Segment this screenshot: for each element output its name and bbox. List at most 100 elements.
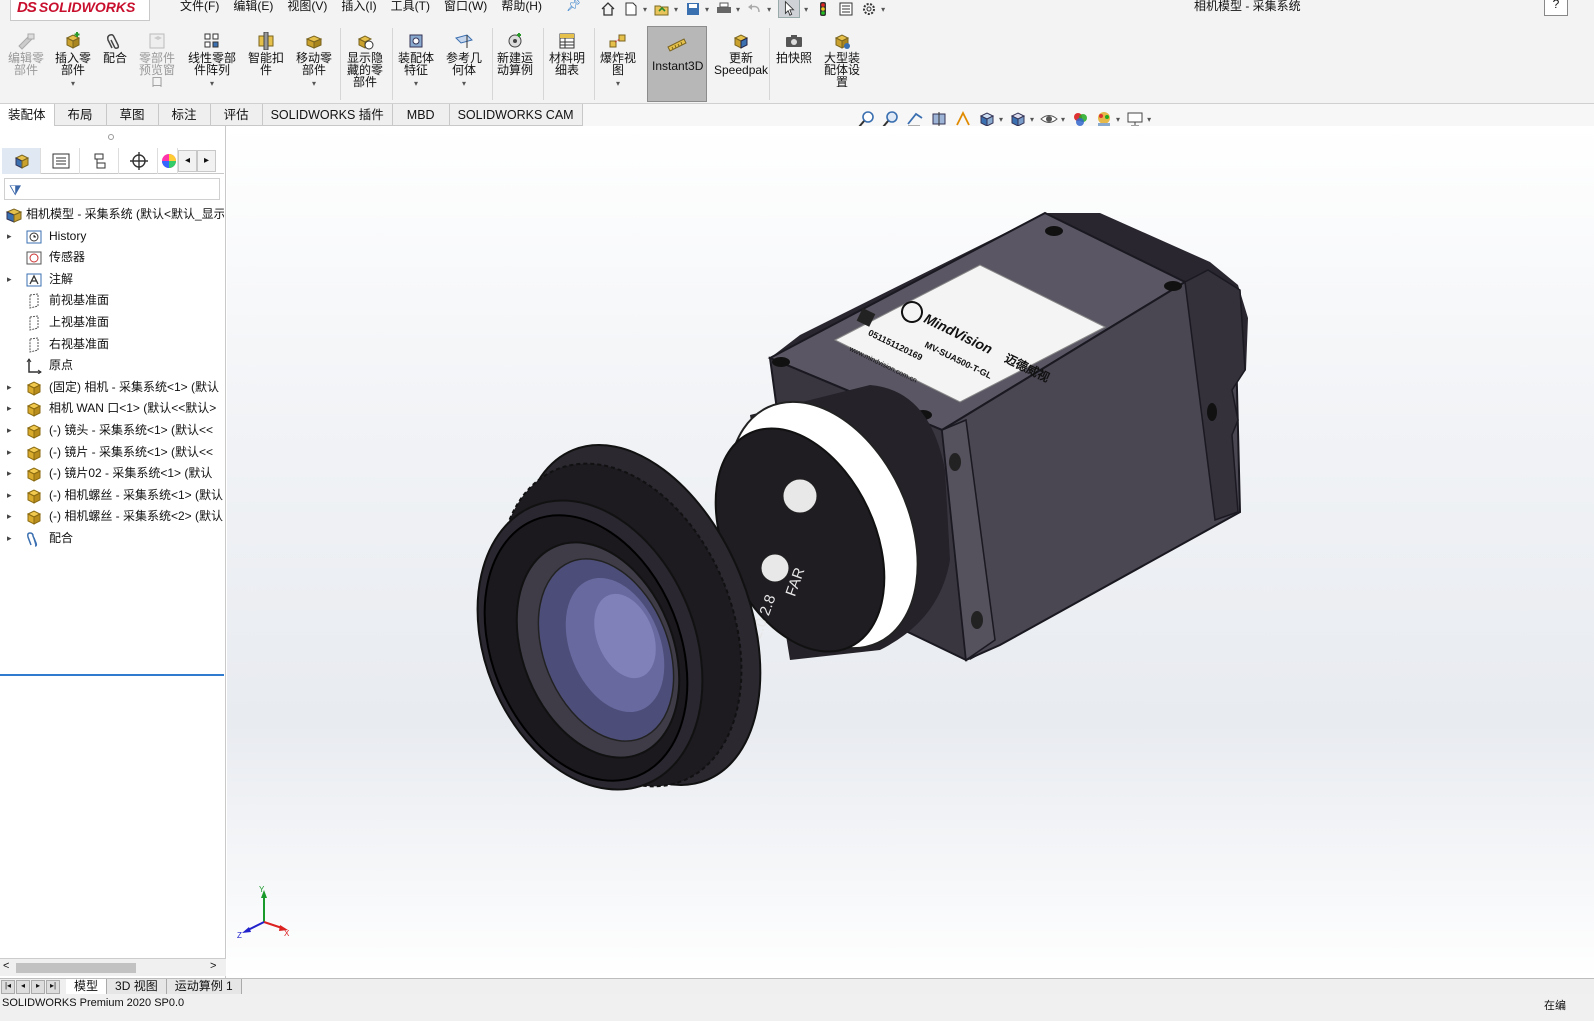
tabs-scroll-right-icon[interactable]: ▸ [197,150,216,172]
print-icon[interactable] [716,2,732,16]
dimxpert-manager-tab[interactable] [119,148,158,174]
edit-component-button[interactable]: 编辑零 部件 [8,32,44,76]
chevron-down-icon[interactable]: ▾ [1116,115,1120,124]
mate-button[interactable]: 配合 [103,32,127,64]
filter-funnel-icon[interactable]: ⧩︎ [9,182,22,199]
chevron-down-icon[interactable]: ▾ [1061,115,1065,124]
expand-arrow-icon[interactable]: ▸ [7,377,12,399]
new-document-icon[interactable] [623,2,639,16]
expand-arrow-icon[interactable]: ▸ [7,485,12,507]
undo-icon[interactable] [747,2,763,16]
smart-fasteners-button[interactable]: 智能扣 件 [248,32,284,76]
chevron-down-icon[interactable]: ▾ [210,78,214,90]
menu-insert[interactable]: 插入(I) [341,0,376,14]
chevron-down-icon[interactable]: ▾ [767,5,771,14]
bill-of-materials-button[interactable]: 材料明 细表 [549,32,585,76]
panel-splitter-handle[interactable] [108,134,114,140]
tree-item[interactable]: ▸ (固定) 相机 - 采集系统<1> (默认 [0,377,224,399]
next-tab-icon[interactable]: ▸ [31,979,45,994]
tabs-scroll-left-icon[interactable]: ◂ [178,150,197,172]
tree-item[interactable]: ▸ (-) 镜片02 - 采集系统<1> (默认 [0,463,224,485]
component-preview-button[interactable]: 零部件 预览窗 口 [139,32,175,88]
chevron-down-icon[interactable]: ▾ [881,5,885,14]
chevron-down-icon[interactable]: ▾ [643,5,647,14]
show-hidden-components-button[interactable]: 显示隐 藏的零 部件 [347,32,383,88]
tab-solidworks-addins[interactable]: SOLIDWORKS 插件 [262,104,393,126]
menu-help[interactable]: 帮助(H) [501,0,542,14]
tree-item[interactable]: ▸ 注解 [0,269,224,291]
tree-item[interactable]: 右视基准面 [0,334,224,356]
pin-icon[interactable]: 📌︎ [566,0,581,12]
property-manager-tab[interactable] [41,148,80,174]
last-tab-icon[interactable]: ▸| [46,979,60,994]
camera-assembly-model[interactable]: MindVision 迈德威视 MV-SUA500-T-GL 051151120… [227,126,1594,978]
tree-item[interactable]: ▸ 配合 [0,528,224,550]
assembly-features-button[interactable]: 装配体 特征 ▾ [398,32,434,90]
menu-tools[interactable]: 工具(T) [391,0,430,14]
move-component-button[interactable]: 移动零 部件 ▾ [296,32,332,90]
linear-pattern-button[interactable]: 线性零部 件阵列 ▾ [188,32,236,90]
tree-item[interactable]: 传感器 [0,247,224,269]
tree-horizontal-scrollbar[interactable]: < > [0,958,226,976]
chevron-down-icon[interactable]: ▾ [1147,115,1151,124]
save-icon[interactable] [685,2,701,16]
feature-manager-tab[interactable] [2,148,41,174]
chevron-down-icon[interactable]: ▾ [804,5,808,14]
chevron-down-icon[interactable]: ▾ [616,78,620,90]
tree-item[interactable]: ▸ (-) 镜片 - 采集系统<1> (默认<< [0,442,224,464]
select-cursor-icon[interactable] [778,0,801,18]
first-tab-icon[interactable]: |◂ [1,979,15,994]
tree-item[interactable]: ▸ 相机 WAN 口<1> (默认<<默认> [0,398,224,420]
tree-item[interactable]: ▸ (-) 相机螺丝 - 采集系统<2> (默认 [0,506,224,528]
tree-filter-field[interactable]: ⧩︎ [4,178,220,200]
open-icon[interactable] [654,2,670,16]
tab-evaluate[interactable]: 评估 [210,104,263,126]
tab-model[interactable]: 模型 [66,978,108,995]
menu-window[interactable]: 窗口(W) [444,0,487,14]
tree-item[interactable]: 原点 [0,355,224,377]
chevron-down-icon[interactable]: ▾ [705,5,709,14]
new-motion-study-button[interactable]: 新建运 动算例 [497,32,533,76]
configuration-manager-tab[interactable] [80,148,119,174]
graphics-area[interactable]: MindVision 迈德威视 MV-SUA500-T-GL 051151120… [227,126,1594,978]
tree-item[interactable]: ▸ (-) 相机螺丝 - 采集系统<1> (默认 [0,485,224,507]
expand-arrow-icon[interactable]: ▸ [7,269,12,291]
tab-solidworks-cam[interactable]: SOLIDWORKS CAM [449,104,583,126]
reference-geometry-button[interactable]: 参考几 何体 ▾ [446,32,482,90]
file-properties-icon[interactable] [838,2,854,16]
expand-arrow-icon[interactable]: ▸ [7,442,12,464]
tab-sketch[interactable]: 草图 [106,104,159,126]
take-snapshot-button[interactable]: 拍快照 [776,32,812,64]
help-button[interactable]: ? [1544,0,1568,16]
tree-root-assembly[interactable]: 相机模型 - 采集系统 (默认<默认_显示 [0,204,224,226]
expand-arrow-icon[interactable]: ▸ [7,463,12,485]
chevron-down-icon[interactable]: ▾ [312,78,316,90]
menu-file[interactable]: 文件(F) [180,0,219,14]
tab-markup[interactable]: 标注 [158,104,211,126]
expand-arrow-icon[interactable]: ▸ [7,398,12,420]
instant3d-button[interactable]: Instant3D [647,26,707,102]
update-speedpak-button[interactable]: 更新 Speedpak [714,32,768,76]
expand-arrow-icon[interactable]: ▸ [7,506,12,528]
menu-view[interactable]: 视图(V) [287,0,327,14]
previous-tab-icon[interactable]: ◂ [16,979,30,994]
chevron-down-icon[interactable]: ▾ [999,115,1003,124]
tree-item[interactable]: 上视基准面 [0,312,224,334]
scroll-left-icon[interactable]: < [3,960,9,972]
insert-component-button[interactable]: 插入零 部件 ▾ [55,32,91,90]
tab-mbd[interactable]: MBD [392,104,450,126]
scroll-right-icon[interactable]: > [210,960,216,972]
tree-item[interactable]: ▸ (-) 镜头 - 采集系统<1> (默认<< [0,420,224,442]
display-manager-tab[interactable] [158,148,178,174]
menu-edit[interactable]: 编辑(E) [233,0,273,14]
rebuild-icon[interactable] [815,2,831,16]
tree-item[interactable]: ▸ History [0,226,224,248]
home-icon[interactable] [600,2,616,16]
chevron-down-icon[interactable]: ▾ [674,5,678,14]
chevron-down-icon[interactable]: ▾ [736,5,740,14]
options-gear-icon[interactable] [861,2,877,16]
expand-arrow-icon[interactable]: ▸ [7,420,12,442]
tab-3d-view[interactable]: 3D 视图 [107,978,167,995]
expand-arrow-icon[interactable]: ▸ [7,528,12,550]
rollback-bar[interactable] [0,674,224,676]
